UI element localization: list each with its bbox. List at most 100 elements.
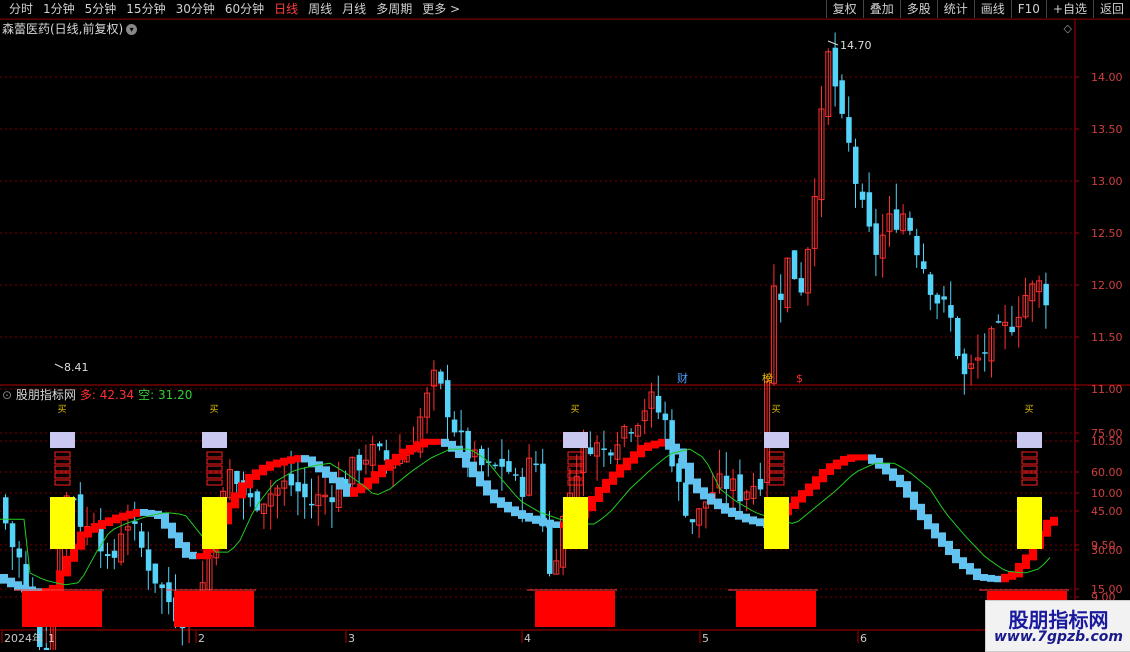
candle-body <box>445 380 451 418</box>
stair-block <box>917 503 925 521</box>
stair-block <box>7 577 15 588</box>
indicator-title[interactable]: ⊙ 股朋指标网 多: 42.34 空: 31.20 <box>2 388 192 402</box>
candle-body <box>832 47 839 87</box>
stair-block <box>532 515 540 524</box>
stair-block <box>371 471 379 484</box>
stair-block <box>651 440 659 449</box>
candle-body <box>683 482 689 516</box>
stair-block <box>819 468 827 483</box>
stair-block <box>973 568 981 580</box>
stair-block <box>483 480 491 496</box>
stair-block <box>476 471 484 487</box>
stair-block <box>245 473 253 489</box>
stair-block <box>1001 573 1009 583</box>
indicator-tick-label: 60.00 <box>1091 466 1123 479</box>
buy-signal-label: 买 <box>1024 404 1033 415</box>
kline-chart: 14.0013.5013.0012.5012.0011.5011.0010.50… <box>0 18 1130 650</box>
signal-red-rung <box>54 472 71 479</box>
stair-block <box>616 464 624 478</box>
stair-block <box>420 438 428 448</box>
x-axis-label: 1 <box>48 632 55 645</box>
stair-block <box>301 455 309 463</box>
stair-block <box>714 498 722 510</box>
stair-block <box>868 454 876 464</box>
candle-body <box>737 474 743 502</box>
stair-block <box>840 455 848 466</box>
stair-block <box>602 478 610 493</box>
high-pointer <box>827 40 839 46</box>
stair-block <box>609 471 617 485</box>
stair-block <box>322 466 330 478</box>
stair-block <box>735 510 743 520</box>
rank-marker: 榜 <box>762 371 773 385</box>
signal-red-bar <box>22 591 102 627</box>
stair-block <box>539 517 547 526</box>
stair-block <box>119 512 127 521</box>
stair-block <box>861 454 869 461</box>
stair-block <box>231 492 239 509</box>
stair-block <box>98 520 106 530</box>
candle-body <box>356 454 363 471</box>
signal-lavender-box <box>202 432 227 448</box>
candle-body <box>934 294 941 304</box>
candle-body <box>540 463 546 527</box>
buy-signal-label: 买 <box>771 404 780 415</box>
stair-block <box>259 464 267 476</box>
candle-body <box>1009 326 1015 333</box>
buy-signal-label: 买 <box>570 404 579 415</box>
signal-yellow-box <box>764 497 789 549</box>
x-axis-label: 3 <box>348 632 355 645</box>
candle-body <box>955 318 961 357</box>
signal-red-rung <box>54 465 71 472</box>
stair-block <box>441 438 449 447</box>
stair-block <box>1043 519 1051 537</box>
stair-block <box>1022 554 1030 569</box>
signal-red-rung <box>768 465 785 472</box>
stair-block <box>343 483 351 497</box>
stair-block <box>791 496 799 509</box>
stair-block <box>182 542 190 558</box>
candle-body <box>506 461 512 472</box>
stair-block <box>686 462 694 485</box>
signal-red-rung <box>1021 479 1038 486</box>
candle-body <box>533 463 539 466</box>
candle-body <box>655 395 662 413</box>
signal-yellow-box <box>202 497 227 549</box>
signal-red-rung <box>768 472 785 479</box>
stair-block <box>1015 562 1023 578</box>
stair-block <box>525 512 533 522</box>
stair-block <box>0 574 8 584</box>
indicator-name: 股朋指标网 <box>15 388 76 402</box>
stair-block <box>588 496 596 512</box>
x-axis-label: 2 <box>198 632 205 645</box>
dollar-marker: $ <box>796 372 803 385</box>
stair-block <box>238 482 246 499</box>
stair-block <box>700 487 708 500</box>
chevron-down-icon[interactable]: ⊙ <box>2 388 12 402</box>
candle-body <box>23 564 29 587</box>
signal-yellow-box <box>50 497 75 549</box>
low-pointer <box>54 363 64 369</box>
price-tick-label: 13.00 <box>1091 175 1123 188</box>
candle-body <box>587 447 594 455</box>
candle-body <box>329 497 335 503</box>
stair-block <box>896 474 904 488</box>
stair-block <box>161 512 169 529</box>
stair-block <box>287 456 295 464</box>
candle-body <box>383 450 390 461</box>
candle-body <box>907 217 913 231</box>
candle-body <box>961 353 968 375</box>
stair-block <box>805 483 813 497</box>
candle-body <box>377 443 383 447</box>
candle-body <box>757 478 764 490</box>
candle-body <box>914 235 920 256</box>
stair-block <box>798 490 806 503</box>
signal-red-rung <box>206 465 223 472</box>
stair-block <box>847 454 855 462</box>
candle-body <box>302 483 308 498</box>
candle-body <box>1043 283 1049 306</box>
stair-block <box>665 438 673 450</box>
candle-body <box>948 305 954 318</box>
signal-yellow-box <box>563 497 588 549</box>
candle-body <box>111 550 118 558</box>
